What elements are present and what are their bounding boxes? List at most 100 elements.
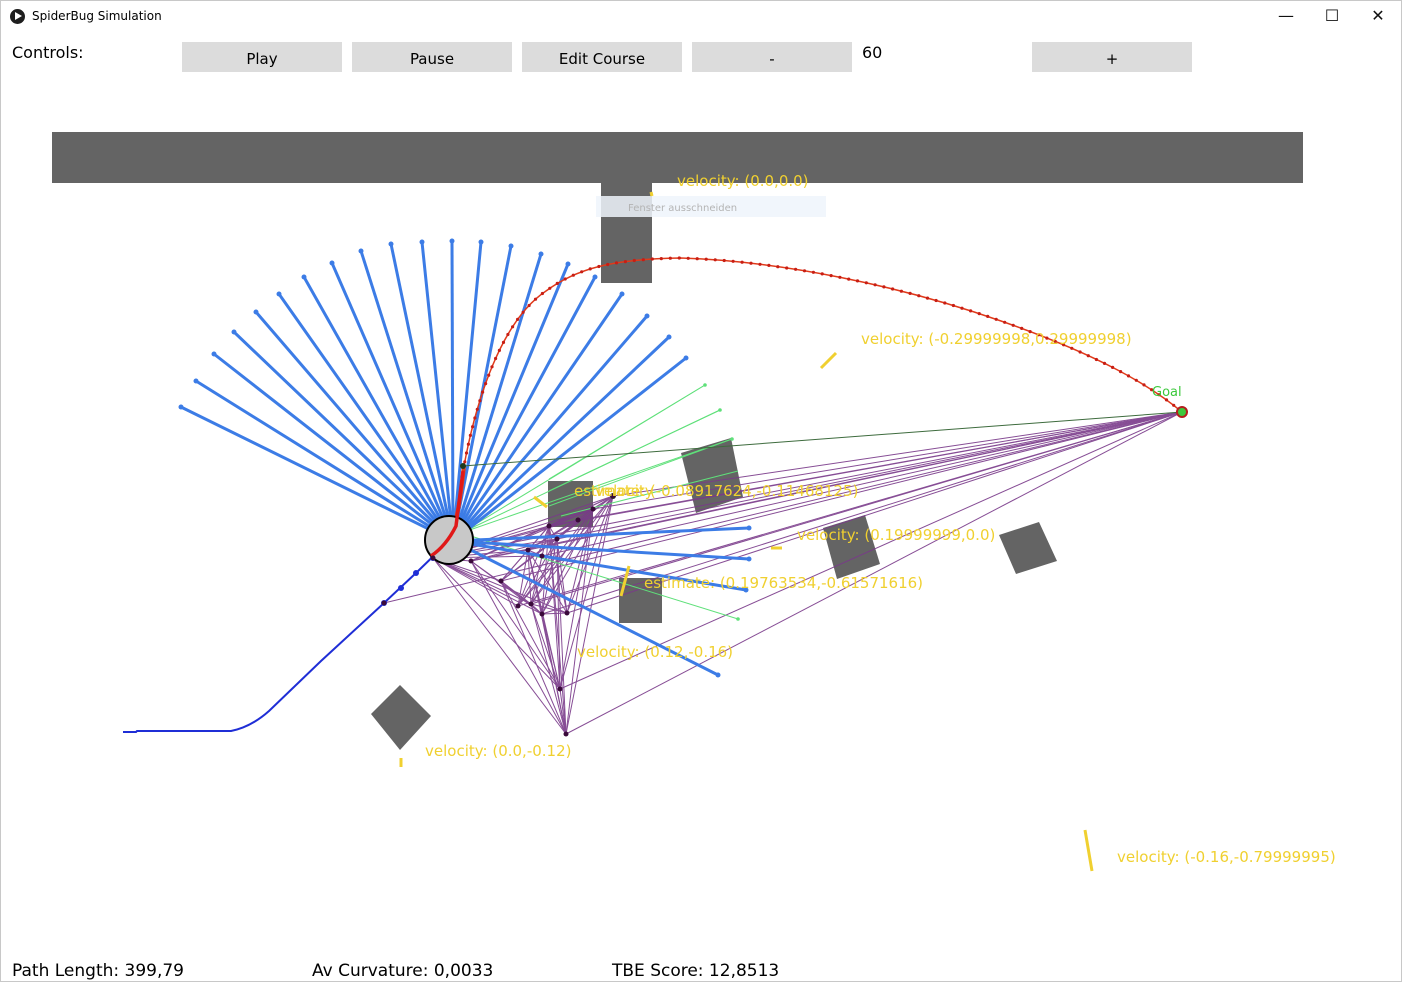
speed-decrease-button[interactable]: - xyxy=(692,42,852,72)
pause-button[interactable]: Pause xyxy=(352,42,512,72)
planned-path-dot xyxy=(686,256,690,260)
sensor-ray xyxy=(451,335,671,543)
planned-path-dot xyxy=(1179,409,1183,413)
planned-path-dot xyxy=(459,487,463,491)
visibility-edge xyxy=(517,508,594,607)
path-node xyxy=(413,570,419,576)
visibility-edge xyxy=(432,557,543,615)
minimize-button[interactable]: — xyxy=(1263,1,1309,31)
planned-path-dot xyxy=(606,262,610,267)
visibility-edge xyxy=(470,495,614,562)
visibility-edge xyxy=(559,411,1183,690)
planned-path-dot xyxy=(802,269,807,273)
planned-path-dot xyxy=(1134,378,1138,382)
sensor-ray xyxy=(213,352,454,543)
planned-path-dot xyxy=(785,266,789,270)
speed-increase-button[interactable]: + xyxy=(1032,42,1192,72)
planned-path-dot xyxy=(1111,365,1115,369)
green-ray xyxy=(560,470,739,517)
planned-path-dot xyxy=(481,390,485,394)
planned-path-dot xyxy=(934,298,938,303)
planned-path-dot xyxy=(960,306,964,310)
visibility-edge xyxy=(527,495,614,551)
planned-path-dot xyxy=(473,416,477,420)
velocity-vector xyxy=(819,351,838,370)
velocity-label: velocity: (0.19999999,0.0) xyxy=(797,526,995,544)
ray-endpoint xyxy=(211,351,217,357)
visibility-edge xyxy=(559,495,614,690)
sensor-ray xyxy=(232,330,455,543)
visibility-edge xyxy=(470,538,558,562)
planned-path-dot xyxy=(943,301,947,305)
blue-sensor-rays xyxy=(178,238,752,678)
planned-path-dots xyxy=(447,256,1183,543)
ray-endpoint xyxy=(388,241,394,247)
past-path xyxy=(123,540,450,733)
visibility-edge xyxy=(432,557,567,735)
visibility-edge xyxy=(548,519,579,527)
velocity-label: velocity: (0.12,-0.16) xyxy=(577,643,733,661)
estimate-label: estimate: (0.19763534,-0.61571616) xyxy=(644,574,923,592)
play-button[interactable]: Play xyxy=(182,42,342,72)
ray-endpoint xyxy=(666,334,672,340)
planned-path-dot xyxy=(1126,374,1131,378)
ray-endpoint xyxy=(508,243,514,249)
close-button[interactable]: ✕ xyxy=(1355,1,1401,31)
visibility-edge xyxy=(592,411,1183,510)
planned-path-dot xyxy=(588,267,592,271)
visibility-edge xyxy=(541,495,614,615)
planned-path-dot xyxy=(563,277,567,281)
ray-endpoint xyxy=(276,291,282,297)
planned-path-dot xyxy=(794,267,798,271)
goal-marker xyxy=(1176,406,1188,418)
maximize-button[interactable]: ☐ xyxy=(1309,1,1355,31)
ray-endpoint xyxy=(644,313,650,319)
visibility-edge xyxy=(556,538,567,735)
graph-node xyxy=(528,601,534,607)
visibility-edge xyxy=(432,519,579,559)
planned-path-dot xyxy=(731,259,735,263)
visibility-edge xyxy=(470,560,543,615)
simulation-canvas[interactable]: Fenster ausschneiden Goal velocity: (0.0… xyxy=(1,1,1401,981)
velocity-label: velocity: (0.0,-0.12) xyxy=(425,742,572,760)
estimate-point xyxy=(610,493,616,499)
planned-path-dot xyxy=(466,442,470,446)
visibility-edge xyxy=(530,603,567,735)
obstacle-box xyxy=(681,438,743,513)
planned-path-dot xyxy=(891,287,895,291)
planned-path-dot xyxy=(497,348,501,352)
planned-path-dot xyxy=(873,283,877,287)
sensor-ray xyxy=(451,293,624,542)
planned-path-dot xyxy=(811,270,816,274)
ray-endpoint xyxy=(253,309,259,315)
planned-path-dot xyxy=(484,382,488,386)
green-ray xyxy=(460,384,706,534)
visibility-edge xyxy=(530,495,614,605)
edit-course-button[interactable]: Edit Course xyxy=(522,42,682,72)
visibility-edge xyxy=(541,613,567,735)
green-ray xyxy=(460,409,721,534)
planned-path-dot xyxy=(1142,383,1146,387)
visibility-edge xyxy=(556,538,561,690)
obstacle-pillar xyxy=(601,182,652,283)
visibility-edge xyxy=(612,411,1183,497)
ray-endpoint xyxy=(565,261,571,267)
visibility-edge xyxy=(432,557,502,582)
visibility-edge xyxy=(527,549,532,605)
visibility-edge xyxy=(500,580,543,615)
visibility-graph xyxy=(383,411,1183,735)
path-node xyxy=(398,585,404,591)
ray-endpoint xyxy=(619,291,625,297)
path-node xyxy=(430,555,436,561)
robot-body xyxy=(424,515,474,565)
graph-node xyxy=(498,578,504,584)
planned-path-dot xyxy=(597,264,601,269)
graph-node xyxy=(590,506,596,512)
path-length-stat: Path Length: 399,79 xyxy=(12,961,185,981)
sensor-ray xyxy=(195,379,454,543)
planned-path-dot xyxy=(668,256,672,260)
ghost-tooltip-text: Fenster ausschneiden xyxy=(628,203,737,214)
planned-path xyxy=(448,257,1183,542)
ray-endpoint xyxy=(715,672,721,678)
visibility-edge xyxy=(527,549,543,557)
